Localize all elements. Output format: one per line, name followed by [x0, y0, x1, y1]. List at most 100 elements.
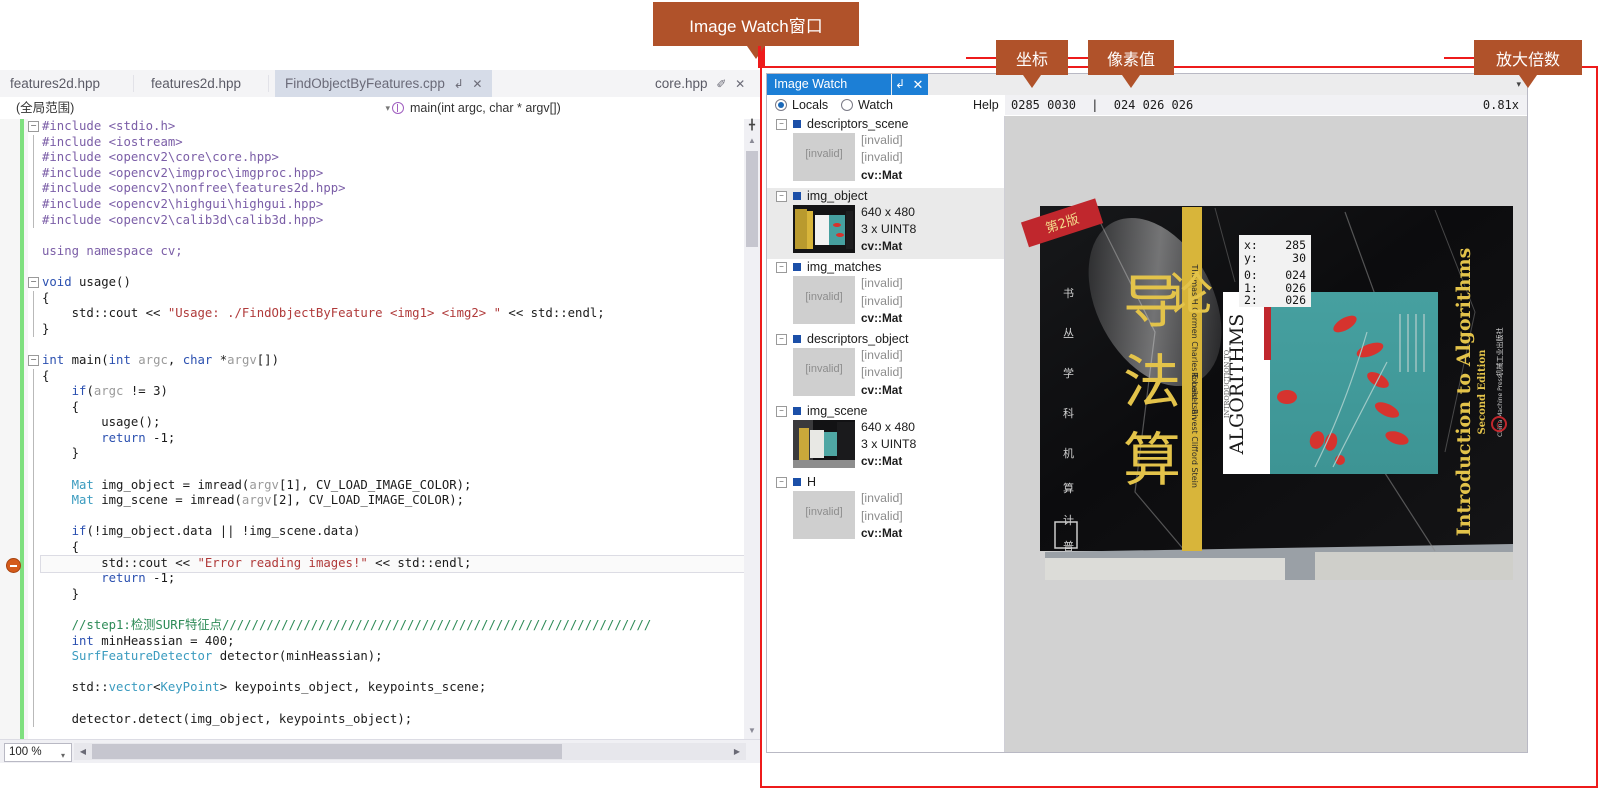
- fold-guide-line: [32, 602, 34, 618]
- annotation-leader-line: [1068, 57, 1088, 59]
- code-line: SurfFeatureDetector detector(minHeassian…: [30, 649, 742, 665]
- thumbnail-invalid-label: [invalid]: [805, 363, 843, 376]
- split-grip-icon[interactable]: ╋: [745, 119, 759, 132]
- pin-icon[interactable]: ↲: [454, 77, 464, 91]
- viewer-canvas[interactable]: Thomas H Cormen Charles E Leiserson Rona…: [1015, 192, 1513, 580]
- annotation-leader-line: [966, 57, 996, 59]
- variable-list[interactable]: − descriptors_scene [invalid] [invalid] [inv…: [767, 116, 1005, 752]
- expander-icon[interactable]: −: [776, 477, 787, 489]
- pin-icon[interactable]: ✐: [716, 77, 726, 91]
- fold-guide-line: [32, 633, 34, 650]
- locals-radio[interactable]: [775, 99, 787, 111]
- variable-thumbnail[interactable]: [793, 419, 855, 468]
- code-token: std::cout <<: [42, 555, 198, 570]
- code-token: //step1:检测SURF特征点///////////////////////…: [42, 618, 652, 632]
- code-line: return -1;: [30, 430, 742, 447]
- fold-toggle-icon[interactable]: −: [28, 354, 39, 366]
- fold-guide-line: [32, 555, 34, 572]
- variable-name: img_scene: [807, 403, 868, 418]
- variable-type: cv::Mat: [861, 167, 903, 182]
- editor-zoom-dropdown[interactable]: 100 % ▾: [4, 743, 72, 762]
- fold-guide-line: [32, 680, 34, 696]
- watch-radio[interactable]: [841, 99, 853, 111]
- expander-icon[interactable]: −: [776, 119, 787, 130]
- variable-dimensions: [invalid]: [861, 133, 903, 147]
- fold-toggle-icon[interactable]: −: [28, 121, 39, 132]
- code-token: argc: [93, 384, 124, 399]
- close-icon[interactable]: ✕: [908, 74, 928, 95]
- variable-thumbnail[interactable]: [793, 204, 855, 253]
- code-line: Mat img_object = imread(argv[1], CV_LOAD…: [30, 477, 742, 494]
- variable-name: img_object: [807, 188, 868, 203]
- tooltip-key: 0:: [1244, 268, 1258, 283]
- breakpoint-icon[interactable]: [6, 558, 21, 573]
- code-token: "Usage: ./FindObjectByFeature <img1> <im…: [167, 306, 502, 321]
- code-line: #include <opencv2\calib3d\calib3d.hpp>: [30, 212, 742, 229]
- variable-node[interactable]: − H [invalid] [invalid] [invalid] cv::Mat: [767, 474, 1004, 546]
- code-editor[interactable]: − #include <stdio.h> #include <iostream> #i…: [0, 119, 760, 739]
- watch-label[interactable]: Watch: [858, 97, 893, 114]
- scope-dropdown[interactable]: (全局范围) ▾: [8, 97, 396, 119]
- help-link[interactable]: Help: [973, 97, 999, 114]
- editor-tab-3[interactable]: core.hpp ✐ ✕: [645, 70, 775, 97]
- code-token: void: [42, 274, 72, 289]
- image-viewer[interactable]: Thomas H Cormen Charles E Leiserson Rona…: [1005, 116, 1527, 752]
- code-token: img_scene = imread(: [93, 493, 242, 508]
- variable-metadata: [invalid] [invalid] cv::Mat: [861, 347, 903, 399]
- scroll-up-arrow[interactable]: ▲: [744, 133, 760, 149]
- fold-guide-line: [32, 446, 34, 463]
- expander-icon[interactable]: −: [776, 405, 787, 417]
- scroll-left-arrow[interactable]: ◀: [75, 743, 91, 760]
- thumbnail-invalid-label: [invalid]: [805, 506, 843, 519]
- variable-type: cv::Mat: [861, 310, 903, 325]
- code-line: [30, 462, 742, 478]
- fold-guide-line: [32, 571, 34, 587]
- scope-dropdown-value: (全局范围): [16, 101, 75, 115]
- variable-depth: 3 x UINT8: [861, 437, 917, 452]
- close-icon[interactable]: ✕: [472, 77, 482, 91]
- code-token: <stdio.h>: [108, 119, 176, 133]
- code-text[interactable]: − #include <stdio.h> #include <iostream> #i…: [28, 119, 742, 739]
- pixel-tooltip: x: 285 y: 30 0: 024 1: 026 2: 026: [1239, 235, 1311, 307]
- variable-node[interactable]: − img_matches [invalid] [invalid] [invalid] c…: [767, 259, 1004, 331]
- expander-icon[interactable]: −: [776, 262, 787, 274]
- variable-node[interactable]: − descriptors_scene [invalid] [invalid] [inv…: [767, 116, 1004, 188]
- variable-node[interactable]: − img_object 640 x 480 3 x UINT8 cv::Mat: [767, 187, 1004, 260]
- code-token: -1;: [145, 430, 176, 445]
- expander-icon[interactable]: −: [776, 334, 787, 346]
- editor-vertical-scrollbar[interactable]: ╋ ▲ ▼: [744, 119, 760, 739]
- editor-horizontal-scrollbar[interactable]: ◀ ▶: [74, 743, 746, 760]
- vertical-scroll-thumb[interactable]: [746, 151, 758, 247]
- change-indicator-bar: [20, 119, 24, 739]
- tooltip-key: x:: [1244, 238, 1258, 252]
- variable-node[interactable]: − img_scene 640 x 480 3 x UINT8 cv::Mat: [767, 403, 1004, 475]
- fold-toggle-icon[interactable]: −: [28, 276, 39, 288]
- locals-label[interactable]: Locals: [792, 97, 828, 114]
- scroll-right-arrow[interactable]: ▶: [729, 743, 745, 760]
- editor-tab-0[interactable]: features2d.hpp: [0, 70, 152, 97]
- horizontal-scroll-thumb[interactable]: [92, 744, 562, 759]
- code-line: #include <opencv2\highgui\highgui.hpp>: [30, 196, 742, 213]
- code-line: Mat img_scene = imread(argv[2], CV_LOAD_…: [30, 493, 742, 509]
- pin-icon[interactable]: ↲: [892, 74, 908, 95]
- code-line: {: [30, 399, 742, 416]
- variable-dimensions: [invalid]: [861, 276, 903, 291]
- expander-icon[interactable]: −: [776, 190, 787, 202]
- svg-text:算: 算: [1063, 481, 1074, 495]
- scroll-down-arrow[interactable]: ▼: [744, 723, 760, 739]
- code-line: #include <opencv2\core\core.hpp>: [30, 150, 742, 166]
- code-token: > keypoints_object, keypoints_scene;: [219, 680, 487, 695]
- member-dropdown[interactable]: main(int argc, char * argv[]) ▾: [388, 97, 782, 119]
- close-icon[interactable]: ✕: [735, 77, 745, 91]
- editor-tab-1[interactable]: features2d.hpp: [141, 70, 287, 97]
- editor-tab-2-active[interactable]: FindObjectByFeatures.cpp ↲ ✕: [275, 70, 492, 97]
- fold-guide-line: [32, 508, 34, 525]
- variable-node[interactable]: − descriptors_object [invalid] [invalid] [in…: [767, 331, 1004, 403]
- code-token: std::cout <<: [42, 306, 168, 321]
- fold-guide-line: [32, 384, 34, 400]
- fold-guide-line: [32, 430, 34, 447]
